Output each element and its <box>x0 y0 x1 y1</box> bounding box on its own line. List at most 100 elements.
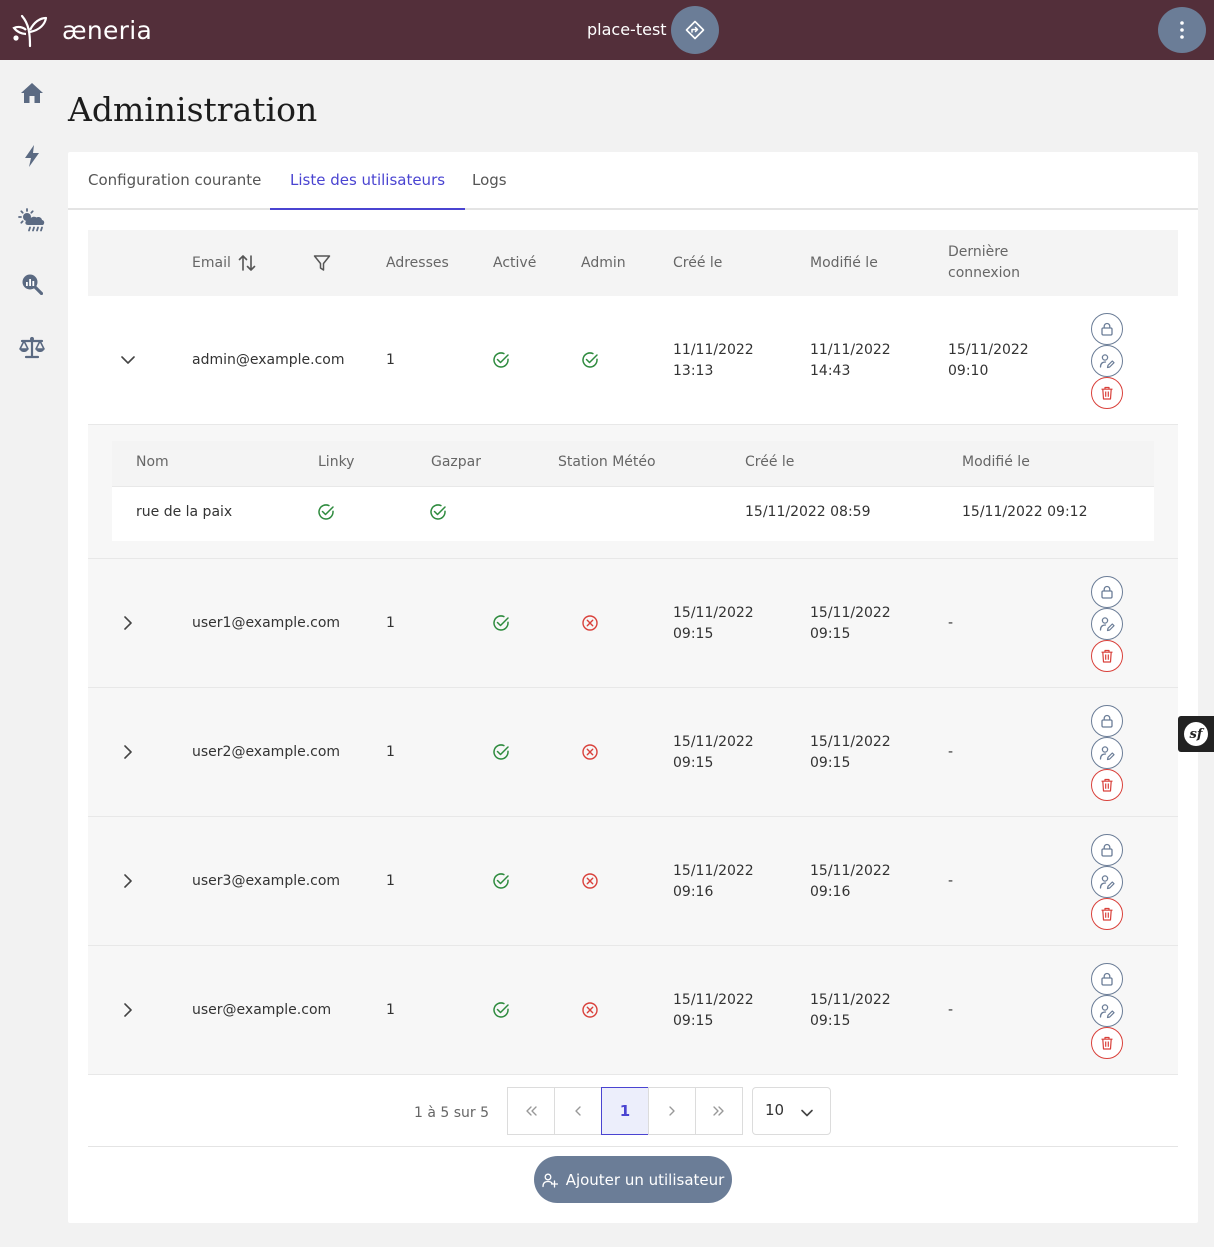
filter-button[interactable] <box>311 252 333 274</box>
admin-cross-icon <box>581 1001 599 1019</box>
add-user-button[interactable]: Ajouter un utilisateur <box>534 1156 732 1203</box>
expand-row-button[interactable] <box>116 998 140 1022</box>
column-active: Activé <box>493 255 537 271</box>
sidebar-item-compare[interactable] <box>16 332 48 364</box>
reset-password-button[interactable] <box>1091 705 1123 737</box>
tab-user-list[interactable]: Liste des utilisateurs <box>270 152 466 210</box>
chevrons-right-icon <box>713 1106 724 1116</box>
expand-row-button[interactable] <box>116 869 140 893</box>
row-email: user2@example.com <box>192 744 341 760</box>
edit-user-button[interactable] <box>1091 345 1123 377</box>
trash-icon <box>1101 649 1113 663</box>
row-created-time: 09:15 <box>673 1013 714 1029</box>
table-row: user@example.com 1 15/11/2022 09:15 15/11… <box>88 946 1178 1075</box>
sidebar-item-electricity[interactable] <box>16 140 48 172</box>
sidebar-item-weather[interactable] <box>16 204 48 236</box>
row-created-date: 15/11/2022 <box>673 734 754 750</box>
admin-check-icon <box>581 351 599 369</box>
row-modified-date: 11/11/2022 <box>810 342 891 358</box>
place-switch-button[interactable] <box>671 6 719 54</box>
next-page-button[interactable] <box>648 1087 696 1135</box>
row-email: admin@example.com <box>192 352 345 368</box>
add-user-label: Ajouter un utilisateur <box>565 1170 725 1189</box>
trash-icon <box>1101 778 1113 792</box>
page-size-select[interactable]: 10 <box>752 1087 831 1135</box>
table-header: Email Adresses Activé Admin Créé le Modi… <box>88 230 1178 296</box>
row-modified: 11/11/2022 14:43 <box>810 340 891 382</box>
expand-row-button[interactable] <box>116 611 140 635</box>
row-created: 15/11/2022 09:15 <box>673 603 754 645</box>
lock-icon <box>1101 322 1113 336</box>
row-modified-date: 15/11/2022 <box>810 605 891 621</box>
edit-user-button[interactable] <box>1091 866 1123 898</box>
tab-logs[interactable]: Logs <box>472 152 507 210</box>
delete-user-button[interactable] <box>1091 769 1123 801</box>
reset-password-button[interactable] <box>1091 834 1123 866</box>
table-row: user2@example.com 1 15/11/2022 09:15 15/1… <box>88 688 1178 817</box>
reset-password-button[interactable] <box>1091 576 1123 608</box>
filter-icon <box>313 255 331 271</box>
row-modified-date: 15/11/2022 <box>810 863 891 879</box>
column-created: Créé le <box>673 255 723 271</box>
row-email: user3@example.com <box>192 873 341 889</box>
addresses-table: Nom Linky Gazpar Station Météo Créé le M… <box>112 441 1154 541</box>
active-check-icon <box>492 351 510 369</box>
admin-cross-icon <box>581 743 599 761</box>
row-modified-time: 09:15 <box>810 1013 851 1029</box>
delete-user-button[interactable] <box>1091 640 1123 672</box>
reset-password-button[interactable] <box>1091 963 1123 995</box>
gazpar-check-icon <box>429 503 447 521</box>
delete-user-button[interactable] <box>1091 377 1123 409</box>
collapse-row-button[interactable] <box>116 348 140 372</box>
row-last-login: 15/11/2022 09:10 <box>948 340 1029 382</box>
row-created: 15/11/2022 09:15 <box>673 732 754 774</box>
table-row: user3@example.com 1 15/11/2022 09:16 15/1… <box>88 817 1178 946</box>
reset-password-button[interactable] <box>1091 313 1123 345</box>
chevron-right-icon <box>124 874 132 888</box>
row-modified: 15/11/2022 09:15 <box>810 732 891 774</box>
tab-bar: Configuration courante Liste des utilisa… <box>68 152 1198 210</box>
sort-button[interactable] <box>236 252 258 274</box>
expand-row-button[interactable] <box>116 740 140 764</box>
row-last-time: 09:10 <box>948 363 989 379</box>
chevron-down-icon <box>801 1109 813 1117</box>
last-page-button[interactable] <box>695 1087 743 1135</box>
edit-user-button[interactable] <box>1091 608 1123 640</box>
first-page-button[interactable] <box>507 1087 555 1135</box>
page-button-current[interactable]: 1 <box>601 1087 649 1135</box>
addresses-header: Nom Linky Gazpar Station Météo Créé le M… <box>112 441 1154 487</box>
address-name: rue de la paix <box>136 504 233 520</box>
row-created-time: 09:15 <box>673 755 714 771</box>
sidebar-item-home[interactable] <box>16 77 48 109</box>
row-created-date: 15/11/2022 <box>673 605 754 621</box>
sidebar-item-analysis[interactable] <box>16 268 48 300</box>
row-addresses: 1 <box>386 744 395 760</box>
row-created-date: 11/11/2022 <box>673 342 754 358</box>
row-last-login: - <box>948 1002 954 1018</box>
row-created: 15/11/2022 09:15 <box>673 990 754 1032</box>
symfony-toolbar-toggle[interactable]: sf <box>1178 716 1214 752</box>
column-last-login-line2: connexion <box>948 265 1020 281</box>
column-addresses: Adresses <box>386 255 449 271</box>
lock-icon <box>1101 585 1113 599</box>
top-bar: æneria place-test <box>0 0 1214 60</box>
admin-card: Configuration courante Liste des utilisa… <box>68 152 1198 1223</box>
address-created: 15/11/2022 08:59 <box>745 504 871 520</box>
row-modified-time: 14:43 <box>810 363 851 379</box>
delete-user-button[interactable] <box>1091 1027 1123 1059</box>
page-size-value: 10 <box>765 1101 785 1119</box>
more-menu-button[interactable] <box>1158 7 1206 53</box>
edit-user-button[interactable] <box>1091 995 1123 1027</box>
previous-page-button[interactable] <box>554 1087 602 1135</box>
admin-cross-icon <box>581 614 599 632</box>
user-edit-icon <box>1099 746 1115 761</box>
user-addresses-panel: Nom Linky Gazpar Station Météo Créé le M… <box>88 425 1178 559</box>
delete-user-button[interactable] <box>1091 898 1123 930</box>
home-icon <box>21 83 43 103</box>
chevron-right-icon <box>124 616 132 630</box>
app-logo[interactable]: æneria <box>12 12 152 48</box>
tab-current-config[interactable]: Configuration courante <box>88 152 261 210</box>
column-address-created: Créé le <box>745 454 795 470</box>
edit-user-button[interactable] <box>1091 737 1123 769</box>
user-edit-icon <box>1099 354 1115 369</box>
